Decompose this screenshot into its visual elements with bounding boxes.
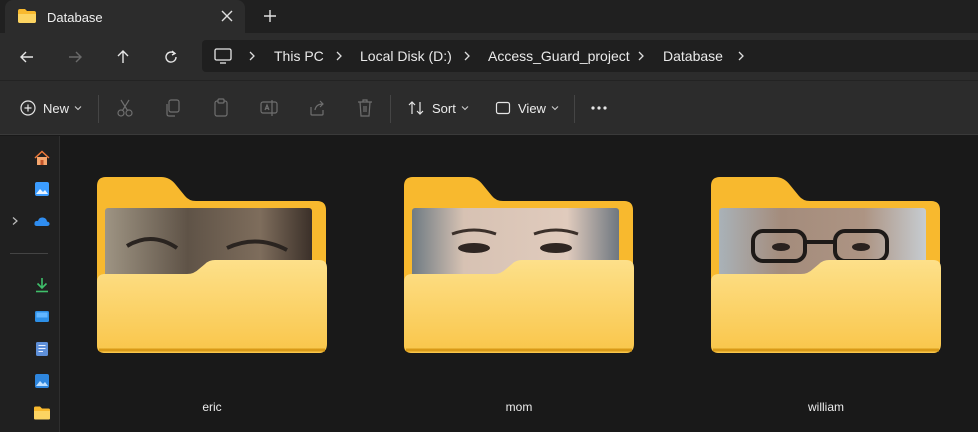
toolbar-divider [98, 95, 99, 123]
forward-button[interactable] [64, 46, 86, 68]
command-bar: New Sort View [0, 80, 978, 135]
chevron-right-icon [638, 51, 644, 61]
new-button[interactable]: New [20, 98, 82, 118]
folder-label: mom [505, 400, 533, 414]
folder-icon[interactable] [34, 405, 50, 421]
home-icon[interactable] [34, 150, 50, 166]
folder-item-mom[interactable]: mom [404, 176, 634, 426]
up-button[interactable] [112, 46, 134, 68]
pictures-icon[interactable] [34, 373, 50, 389]
chevron-down-icon [551, 106, 559, 111]
new-label: New [43, 100, 70, 116]
chevron-right-icon [249, 51, 255, 61]
navigation-pane [0, 136, 60, 432]
sort-label: Sort [432, 100, 456, 116]
chevron-right-icon [464, 51, 470, 61]
title-bar: Database [0, 0, 978, 33]
sidebar-divider [10, 253, 48, 254]
tab-title: Database [47, 10, 103, 25]
breadcrumb-access-guard-project[interactable]: Access_Guard_project [488, 48, 630, 64]
up-arrow-icon [117, 50, 129, 63]
cut-icon[interactable] [116, 98, 134, 118]
chevron-down-icon [461, 106, 469, 111]
paste-icon[interactable] [212, 98, 230, 118]
folder-icon [711, 177, 941, 353]
desktop-icon[interactable] [34, 309, 50, 325]
chevron-right-icon [336, 51, 342, 61]
refresh-button[interactable] [160, 46, 182, 68]
back-button[interactable] [16, 46, 38, 68]
plus-icon[interactable] [262, 8, 278, 24]
forward-arrow-icon [69, 51, 82, 63]
view-button[interactable]: View [495, 98, 559, 118]
more-icon[interactable] [590, 98, 608, 118]
close-icon[interactable] [219, 8, 235, 24]
toolbar-divider [390, 95, 391, 123]
sort-icon [408, 101, 424, 115]
folder-icon [404, 177, 634, 353]
folder-item-william[interactable]: william [711, 176, 941, 426]
monitor-icon [214, 48, 232, 64]
back-arrow-icon [20, 51, 33, 63]
address-bar-row: This PC Local Disk (D:) Access_Guard_pro… [0, 33, 978, 80]
documents-icon[interactable] [34, 341, 50, 357]
tab-database[interactable]: Database [5, 0, 245, 33]
folder-view: eric mom william [61, 136, 978, 432]
breadcrumb[interactable]: This PC Local Disk (D:) Access_Guard_pro… [202, 40, 978, 72]
toolbar-divider [574, 95, 575, 123]
folder-label: william [808, 400, 844, 414]
breadcrumb-database[interactable]: Database [663, 48, 723, 64]
folder-icon [18, 9, 36, 23]
chevron-right-icon[interactable] [10, 216, 20, 226]
rename-icon[interactable] [260, 98, 278, 118]
folder-icon [97, 177, 327, 353]
copy-icon[interactable] [164, 98, 182, 118]
downloads-icon[interactable] [34, 277, 50, 293]
gallery-icon[interactable] [34, 181, 50, 197]
breadcrumb-local-disk[interactable]: Local Disk (D:) [360, 48, 452, 64]
chevron-down-icon [74, 106, 82, 111]
view-label: View [518, 100, 546, 116]
sort-button[interactable]: Sort [407, 98, 469, 118]
breadcrumb-this-pc[interactable]: This PC [274, 48, 324, 64]
share-icon[interactable] [308, 98, 326, 118]
view-icon [495, 101, 511, 115]
chevron-right-icon[interactable] [736, 49, 746, 63]
delete-icon[interactable] [356, 98, 374, 118]
folder-item-eric[interactable]: eric [97, 176, 327, 426]
plus-circle-icon [20, 100, 36, 116]
onedrive-icon[interactable] [34, 213, 50, 229]
folder-label: eric [202, 400, 222, 414]
refresh-icon [165, 50, 177, 63]
